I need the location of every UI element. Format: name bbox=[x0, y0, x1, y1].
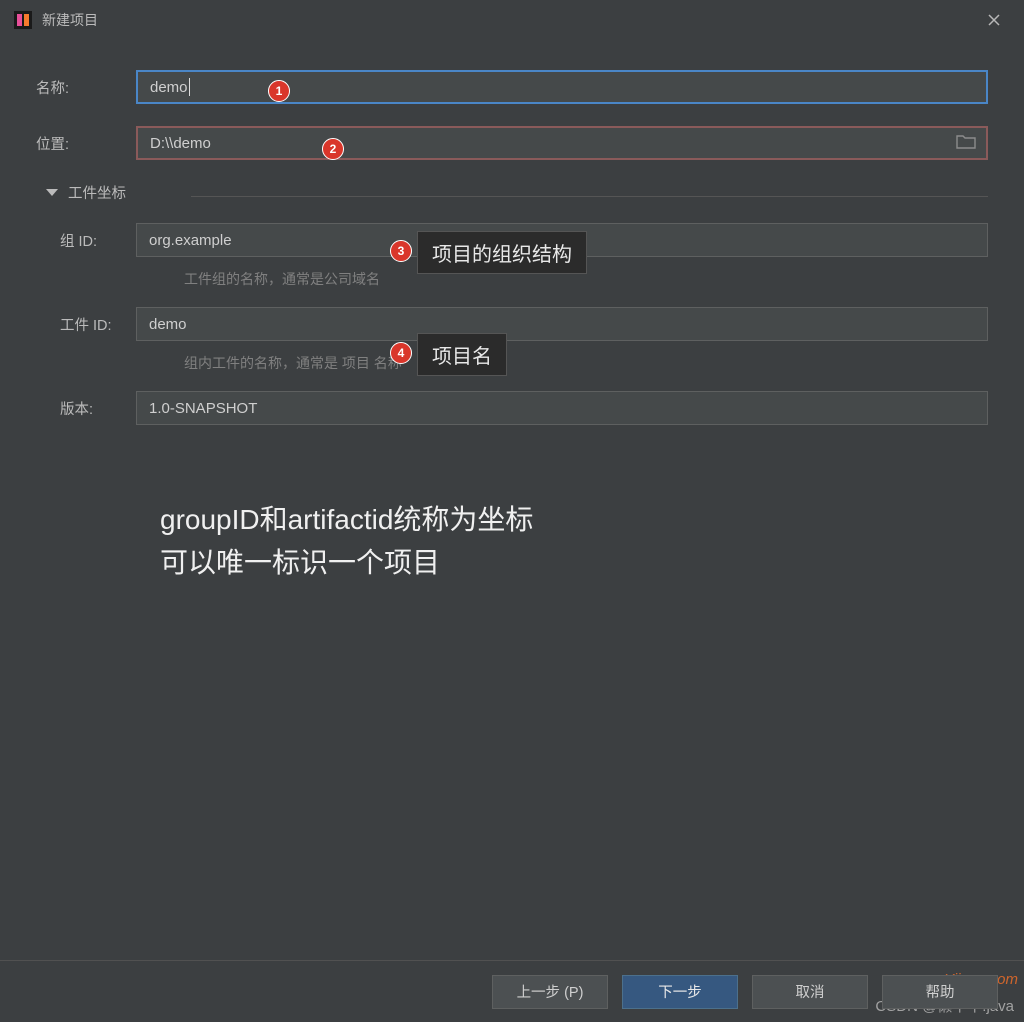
artifact-id-hint: 组内工件的名称，通常是 项目 名称 bbox=[184, 353, 988, 373]
dialog-footer: 上一步 (P) 下一步 取消 帮助 bbox=[0, 960, 1024, 1022]
name-value: demo bbox=[150, 79, 188, 96]
next-button[interactable]: 下一步 bbox=[622, 975, 738, 1009]
location-value: D:\\demo bbox=[150, 135, 211, 152]
annotation-tooltip-3: 项目的组织结构 bbox=[417, 231, 587, 274]
annotation-badge-3: 3 bbox=[390, 240, 412, 262]
artifact-id-input[interactable]: demo bbox=[136, 307, 988, 341]
annotation-badge-2: 2 bbox=[322, 138, 344, 160]
note-line-2: 可以唯一标识一个项目 bbox=[160, 541, 533, 584]
titlebar: 新建项目 bbox=[0, 0, 1024, 40]
section-title: 工件坐标 bbox=[68, 182, 126, 203]
browse-folder-icon[interactable] bbox=[956, 133, 976, 153]
text-caret bbox=[189, 78, 190, 96]
help-button[interactable]: 帮助 bbox=[882, 975, 998, 1009]
group-id-value: org.example bbox=[149, 232, 232, 249]
close-button[interactable] bbox=[978, 4, 1010, 36]
name-row: 名称: demo bbox=[36, 70, 988, 104]
previous-button[interactable]: 上一步 (P) bbox=[492, 975, 608, 1009]
window-title: 新建项目 bbox=[42, 10, 98, 30]
name-label: 名称: bbox=[36, 77, 136, 98]
location-row: 位置: D:\\demo bbox=[36, 126, 988, 160]
annotation-badge-1: 1 bbox=[268, 80, 290, 102]
annotation-badge-4: 4 bbox=[390, 342, 412, 364]
app-icon bbox=[14, 11, 32, 29]
cancel-button[interactable]: 取消 bbox=[752, 975, 868, 1009]
group-id-label: 组 ID: bbox=[60, 230, 136, 251]
name-input[interactable]: demo bbox=[136, 70, 988, 104]
artifact-id-row: 工件 ID: demo bbox=[36, 307, 988, 341]
artifact-id-label: 工件 ID: bbox=[60, 314, 136, 335]
annotation-tooltip-4: 项目名 bbox=[417, 333, 507, 376]
divider bbox=[191, 196, 988, 197]
location-input[interactable]: D:\\demo bbox=[136, 126, 988, 160]
version-label: 版本: bbox=[60, 398, 136, 419]
location-label: 位置: bbox=[36, 133, 136, 154]
artifact-id-value: demo bbox=[149, 316, 187, 333]
version-row: 版本: 1.0-SNAPSHOT bbox=[36, 391, 988, 425]
note-line-1: groupID和artifactid统称为坐标 bbox=[160, 498, 533, 541]
version-input[interactable]: 1.0-SNAPSHOT bbox=[136, 391, 988, 425]
artifact-coords-header[interactable]: 工件坐标 bbox=[46, 182, 988, 203]
version-value: 1.0-SNAPSHOT bbox=[149, 400, 257, 417]
chevron-down-icon bbox=[46, 189, 58, 196]
annotation-note: groupID和artifactid统称为坐标 可以唯一标识一个项目 bbox=[160, 498, 533, 585]
